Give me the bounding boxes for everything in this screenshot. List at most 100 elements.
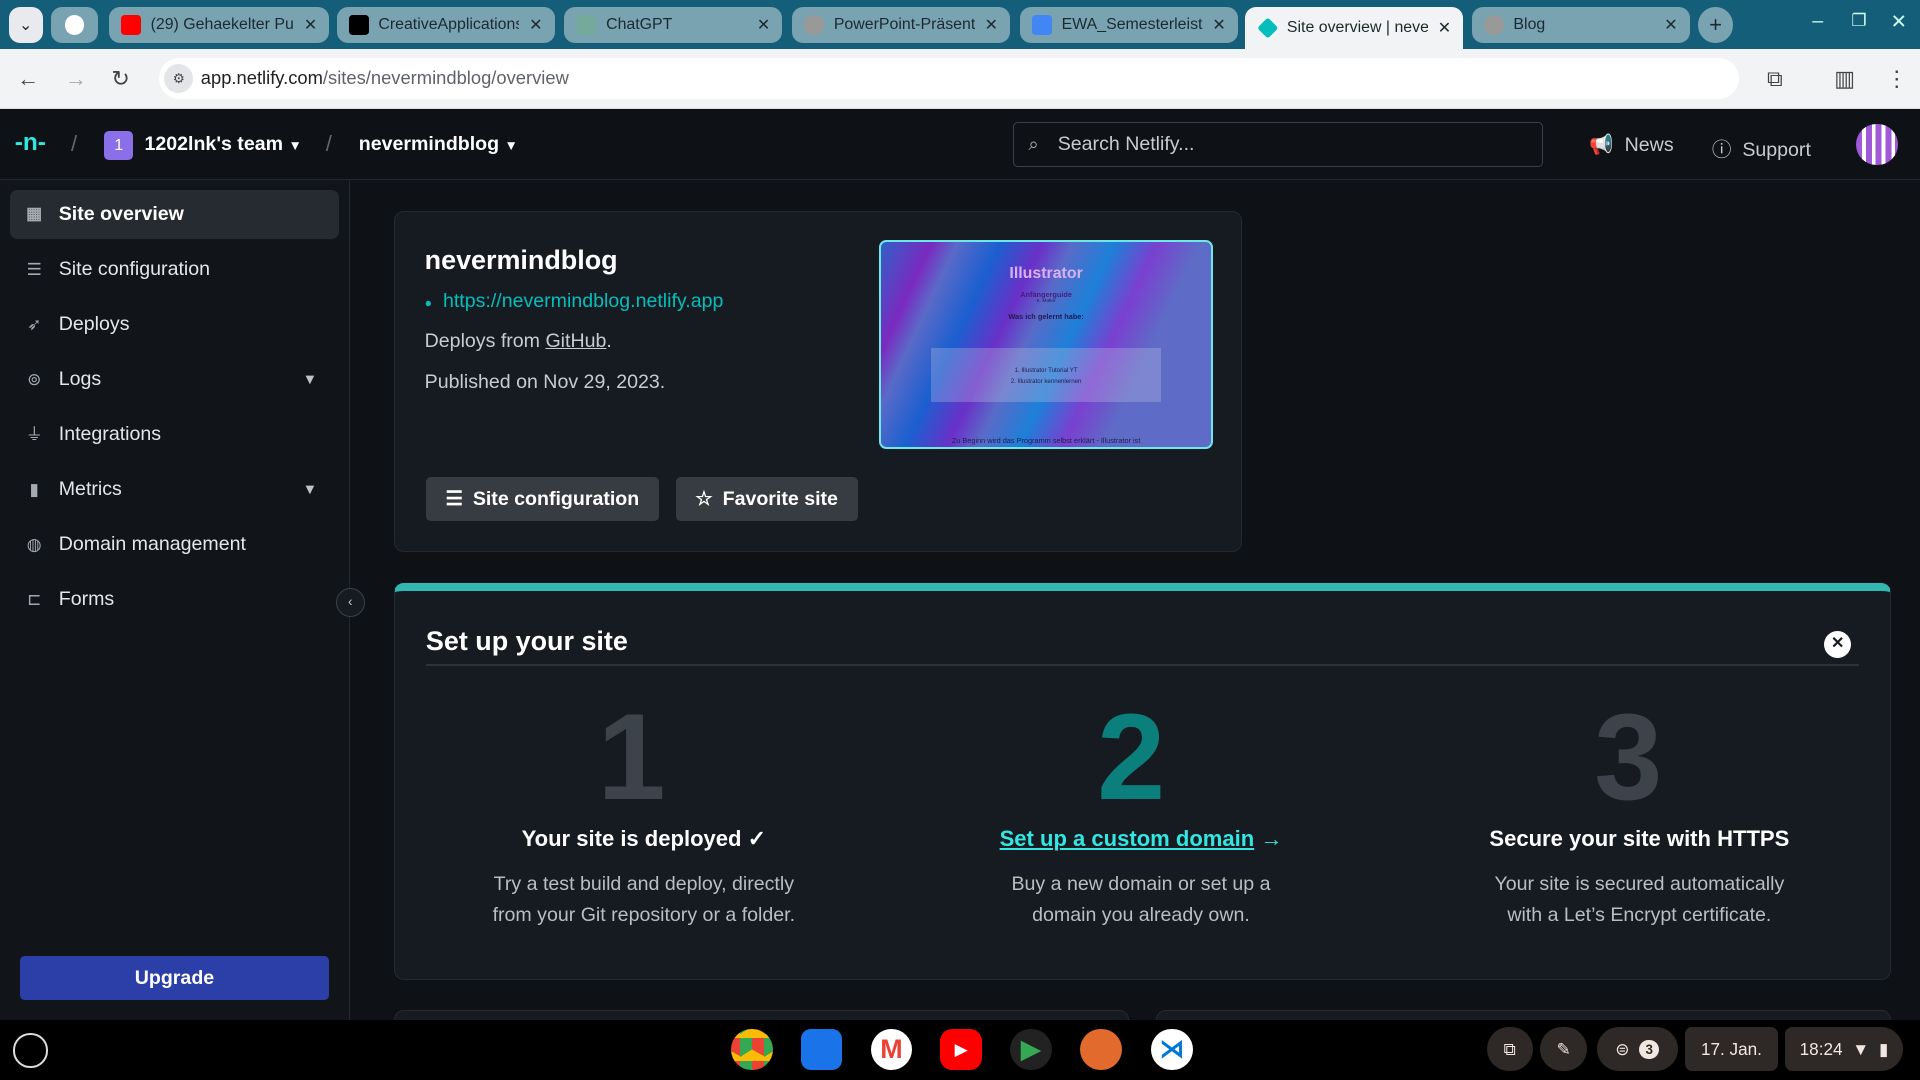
- close-icon[interactable]: ✕: [1664, 15, 1677, 35]
- new-tab-button[interactable]: +: [1698, 7, 1733, 43]
- close-icon[interactable]: ✕: [529, 15, 542, 35]
- tab-active[interactable]: Site overview | nevermindblog✕: [1245, 7, 1464, 49]
- github-icon: [64, 15, 85, 35]
- netlify-icon: [1256, 17, 1278, 39]
- breadcrumb-separator: /: [71, 131, 78, 156]
- site-url-link[interactable]: ● https://nevermindblog.netlify.app: [425, 290, 724, 313]
- shazam-icon: ⊜: [1615, 1038, 1630, 1059]
- setup-step: Set up a custom domain → Buy a new domain…: [908, 826, 1373, 930]
- sidebar-item-site-configuration[interactable]: ☰ Site configuration: [10, 245, 339, 294]
- minimize-button[interactable]: –: [1812, 10, 1823, 33]
- battery-icon: ▮: [1879, 1038, 1889, 1059]
- search-input[interactable]: ⌕ Search Netlify...: [1012, 122, 1543, 167]
- close-icon[interactable]: ✕: [1212, 15, 1225, 35]
- step-number: 3: [1594, 688, 1663, 826]
- github-link[interactable]: GitHub: [545, 330, 606, 352]
- close-icon[interactable]: ✕: [1824, 631, 1852, 659]
- notifications-tray[interactable]: ⊜ 3: [1596, 1027, 1678, 1072]
- close-window-button[interactable]: ✕: [1891, 10, 1907, 34]
- setup-site-card: Set up your site ✕ 1 2 3 Your site is de…: [394, 582, 1891, 980]
- tab-search-button[interactable]: ⌄: [8, 7, 43, 43]
- site-preview-thumbnail[interactable]: Illustrator Anfängerguide K. Müller Was …: [878, 239, 1214, 450]
- sidebar-item-domain-management[interactable]: ◍ Domain management: [10, 520, 339, 569]
- globe-icon: [804, 15, 825, 35]
- sidebar-item-logs[interactable]: ⊚ Logs ▼: [10, 355, 339, 404]
- close-icon[interactable]: ✕: [985, 15, 998, 35]
- preview-author: K. Müller: [1036, 299, 1056, 305]
- step-number: 1: [597, 688, 666, 826]
- sidebar-item-metrics[interactable]: ▮ Metrics ▼: [10, 465, 339, 514]
- reload-button[interactable]: ↻: [111, 66, 129, 92]
- preview-heading: Was ich gelernt habe:: [1008, 311, 1084, 321]
- netlify-logo[interactable]: -n-: [15, 129, 46, 157]
- collapse-sidebar-button[interactable]: ‹: [335, 587, 365, 618]
- config-icon: ☰: [445, 488, 464, 511]
- sidebar-item-integrations[interactable]: ⏚ Integrations: [10, 410, 339, 459]
- drawing-app-icon[interactable]: [1080, 1028, 1122, 1071]
- grid-icon: ▦: [26, 203, 43, 224]
- news-button[interactable]: 📢 News: [1589, 133, 1673, 157]
- chatgpt-icon: [576, 15, 597, 35]
- tab[interactable]: EWA_Semesterleistung✕: [1020, 7, 1238, 43]
- url-input[interactable]: ⚙ app.netlify.com/sites/nevermindblog/ov…: [159, 57, 1739, 100]
- setup-step: Secure your site with HTTPS Your site is …: [1407, 826, 1872, 930]
- youtube-app-icon[interactable]: ▶: [940, 1028, 983, 1071]
- favorite-site-button[interactable]: ☆ Favorite site: [675, 477, 858, 522]
- site-name: nevermindblog: [424, 244, 618, 275]
- stylus-tray-button[interactable]: ✎: [1540, 1027, 1587, 1072]
- site-configuration-button[interactable]: ☰ Site configuration: [425, 477, 659, 522]
- download-icon: ⧉: [1503, 1038, 1516, 1059]
- screenshot-tray-button[interactable]: ⧉: [1486, 1027, 1534, 1072]
- deploy-source: Deploys from GitHub.: [424, 330, 612, 353]
- play-store-app-icon[interactable]: ▶: [1010, 1028, 1052, 1071]
- step-text: Your site is secured automatically with …: [1494, 873, 1785, 926]
- upgrade-button[interactable]: Upgrade: [19, 956, 330, 1001]
- forward-button[interactable]: →: [65, 66, 87, 92]
- app-header: -n- / 1 1202lnk's team ▼ / nevermindblog…: [0, 108, 1920, 180]
- pinned-tab-github[interactable]: [51, 7, 98, 43]
- gmail-app-icon[interactable]: M: [870, 1028, 913, 1071]
- sidebar-item-deploys[interactable]: ➶ Deploys: [10, 300, 339, 349]
- menu-icon[interactable]: ⋮: [1886, 66, 1908, 92]
- tab[interactable]: CreativeApplications ✕: [336, 7, 555, 43]
- search-icon: ⌕: [1028, 133, 1039, 155]
- star-icon: ☆: [695, 488, 713, 511]
- support-button[interactable]: ⓘ Support: [1712, 133, 1811, 162]
- date-tray[interactable]: 17. Jan.: [1684, 1027, 1778, 1072]
- plug-icon: ⏚: [25, 423, 43, 444]
- pen-icon: ✎: [1556, 1038, 1571, 1059]
- status-tray[interactable]: 18:24 ▼ ▮: [1785, 1027, 1903, 1072]
- chevron-down-icon: ▼: [504, 138, 518, 154]
- chevron-down-icon: ▼: [288, 138, 302, 154]
- close-icon[interactable]: ✕: [304, 15, 317, 35]
- sidebar-item-site-overview[interactable]: ▦ Site overview: [9, 189, 340, 239]
- chrome-app-icon[interactable]: [731, 1028, 773, 1071]
- close-icon[interactable]: ✕: [757, 15, 770, 35]
- tab[interactable]: Blog ✕: [1471, 7, 1690, 43]
- extensions-icon[interactable]: ⧉: [1767, 66, 1783, 92]
- site-info-icon[interactable]: ⚙: [164, 63, 194, 94]
- files-app-icon[interactable]: [800, 1028, 843, 1071]
- avatar[interactable]: [1856, 123, 1898, 166]
- back-button[interactable]: ←: [17, 66, 39, 92]
- notification-count: 3: [1639, 1039, 1659, 1060]
- breadcrumb-separator: /: [325, 131, 332, 156]
- site-overview-card: nevermindblog ● https://nevermindblog.ne…: [394, 210, 1242, 553]
- step-title: Secure your site with HTTPS: [1489, 825, 1790, 851]
- team-switcher[interactable]: 1202lnk's team ▼: [144, 133, 301, 156]
- site-switcher[interactable]: nevermindblog ▼: [359, 133, 518, 156]
- tab[interactable]: ChatGPT ✕: [564, 7, 783, 43]
- close-icon[interactable]: ✕: [1438, 18, 1451, 38]
- chevron-down-icon: ▼: [302, 481, 318, 498]
- browser-tab-bar: ⌄ (29) Gehaekelter Pull ✕ CreativeApplica…: [0, 0, 1920, 49]
- side-panel-icon[interactable]: ▥: [1834, 66, 1855, 92]
- launcher-button[interactable]: [13, 1033, 48, 1068]
- custom-domain-link[interactable]: Set up a custom domain: [1000, 826, 1255, 851]
- tab[interactable]: (29) Gehaekelter Pull ✕: [108, 7, 330, 43]
- help-icon: ⓘ: [1711, 139, 1732, 162]
- sidebar-item-forms[interactable]: ⊏ Forms: [10, 576, 339, 625]
- config-icon: ☰: [26, 258, 42, 279]
- restore-button[interactable]: ❐: [1851, 10, 1866, 31]
- vscode-app-icon[interactable]: ⋊: [1151, 1028, 1193, 1071]
- tab[interactable]: PowerPoint-Präsentation✕: [792, 7, 1011, 43]
